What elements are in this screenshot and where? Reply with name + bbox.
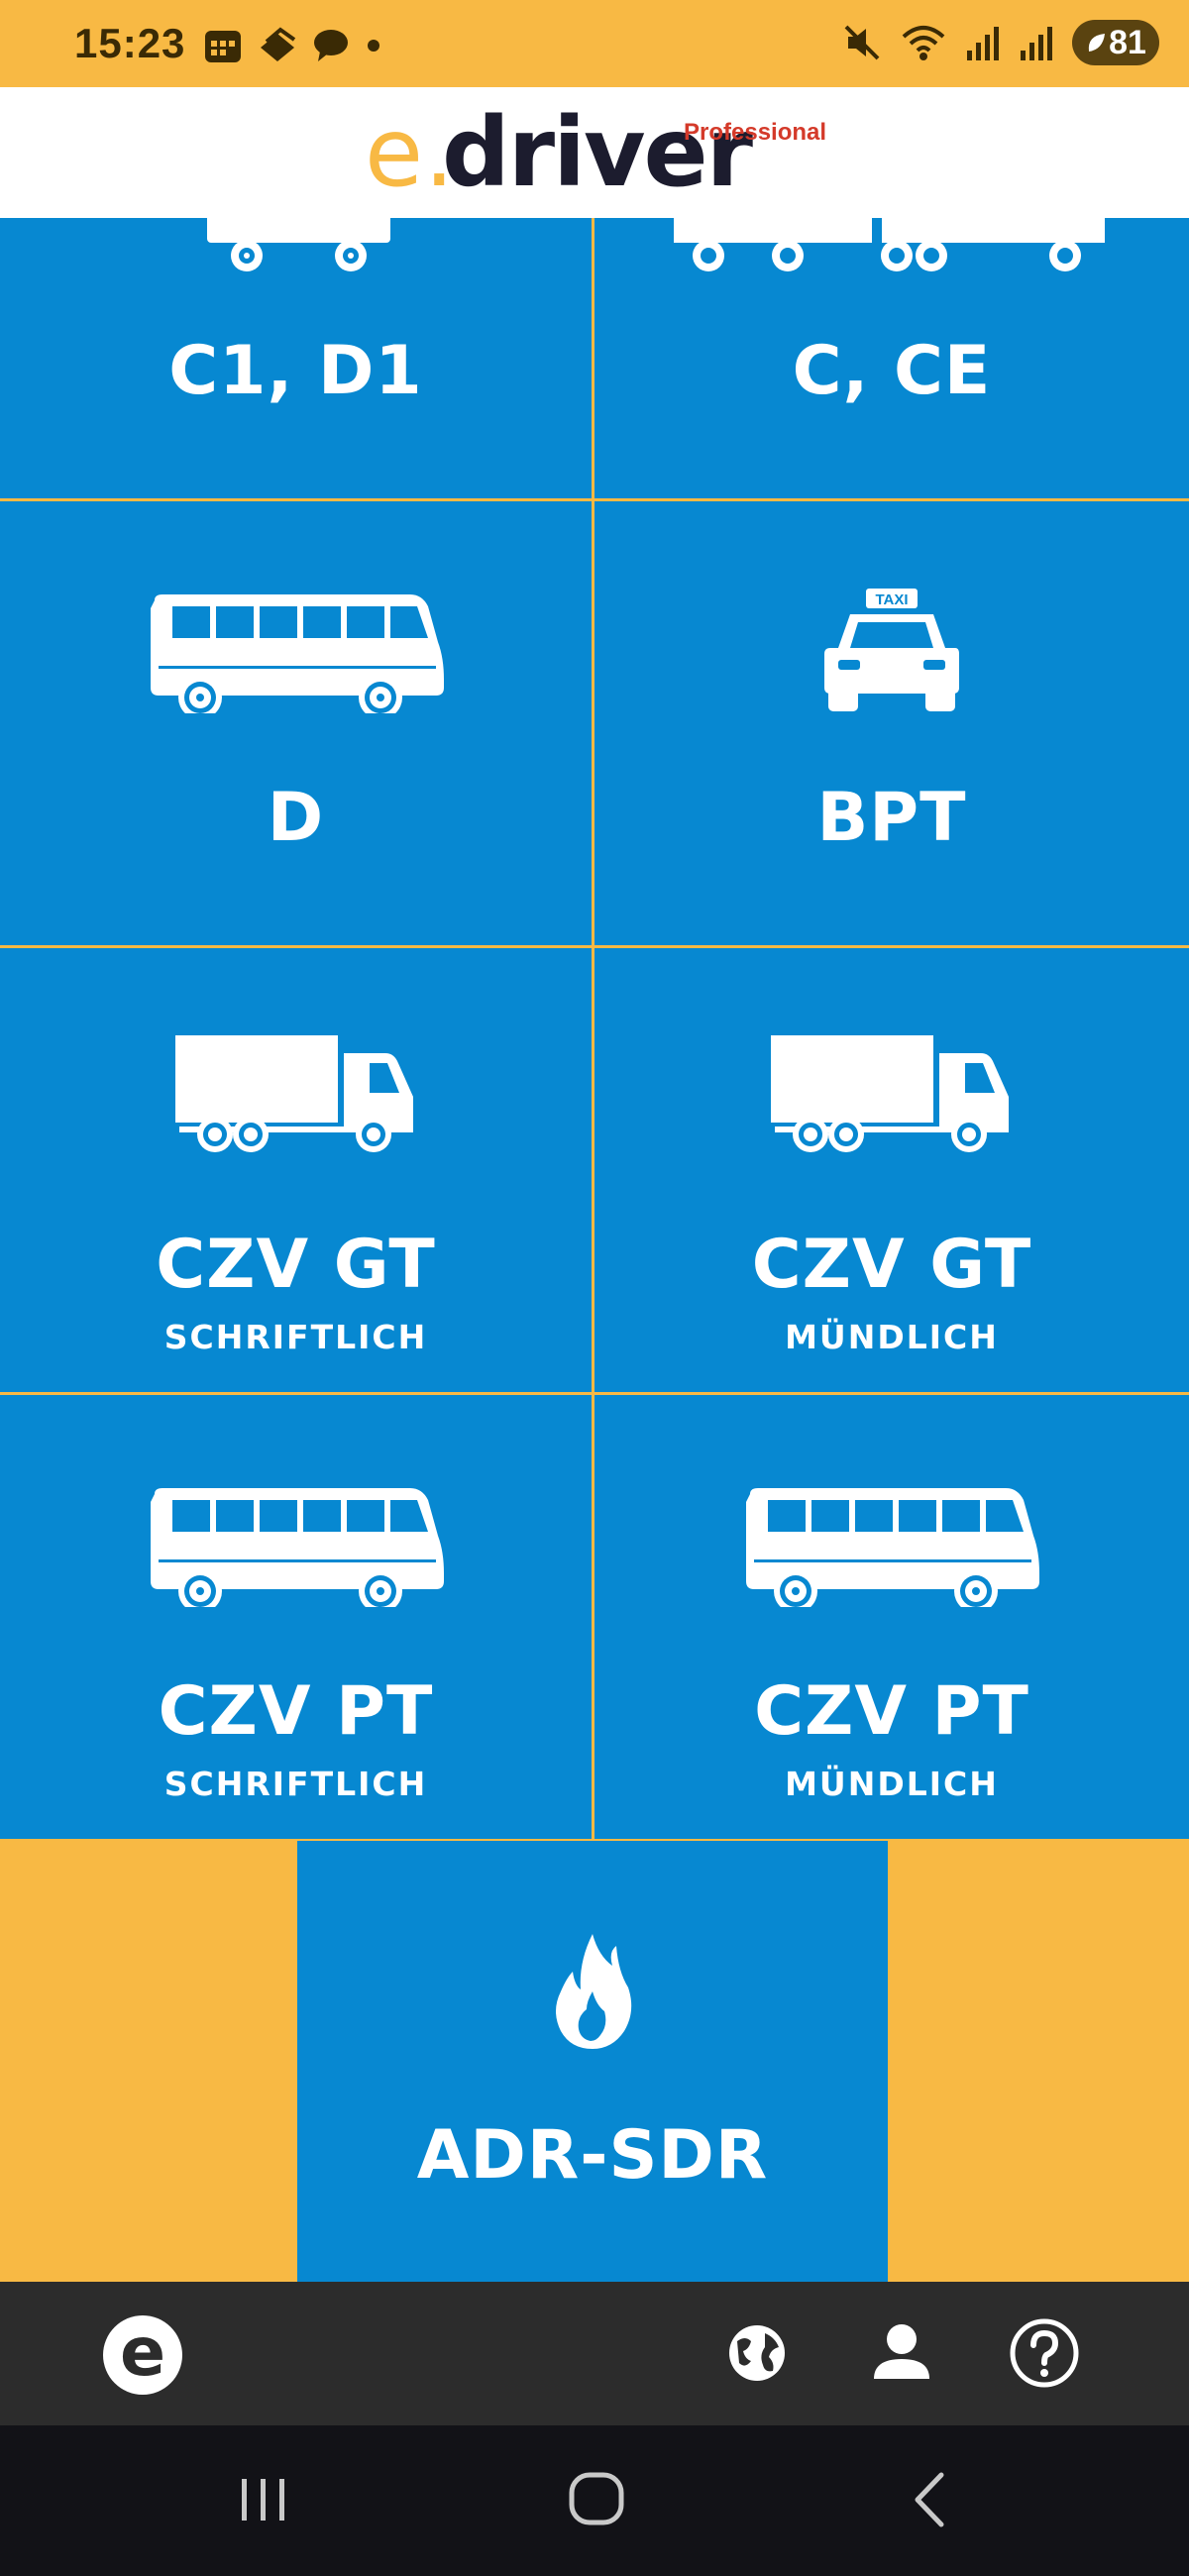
bus-icon <box>150 594 444 713</box>
small-truck-icon <box>206 218 390 271</box>
tile-title: C1, D1 <box>168 332 423 410</box>
battery-saver-icon <box>1088 34 1106 52</box>
layers-icon <box>261 27 296 61</box>
back-icon[interactable] <box>892 2465 971 2534</box>
tile-czv-gt-schriftlich[interactable]: CZV GT SCHRIFTLICH <box>0 948 592 1392</box>
tile-subtitle: SCHRIFTLICH <box>163 1765 428 1803</box>
signal-icon <box>967 27 999 60</box>
tile-title: CZV PT <box>158 1672 434 1751</box>
app-header: e . driver Professional <box>0 87 1189 218</box>
signal-icon <box>1021 27 1052 60</box>
globe-icon[interactable] <box>715 2311 799 2395</box>
taxi-sign-label: TAXI <box>875 591 908 608</box>
status-system-icons: 81 <box>842 20 1159 65</box>
tile-czv-pt-muendlich[interactable]: CZV PT MÜNDLICH <box>594 1395 1189 1839</box>
dot-icon <box>368 40 379 52</box>
battery-indicator: 81 <box>1072 20 1159 65</box>
system-navigation-bar <box>0 2425 1189 2576</box>
tile-czv-gt-muendlich[interactable]: CZV GT MÜNDLICH <box>594 948 1189 1392</box>
tile-adr-sdr[interactable]: ADR-SDR <box>297 1841 888 2282</box>
truck-trailer-icon <box>674 218 1105 271</box>
tile-subtitle: MÜNDLICH <box>785 1318 999 1356</box>
tile-title: C, CE <box>792 332 992 410</box>
tile-c-ce[interactable]: C, CE <box>594 218 1189 498</box>
truck-icon <box>771 1035 1009 1152</box>
tile-c1-d1[interactable]: C1, D1 <box>0 218 592 498</box>
home-icon[interactable] <box>557 2465 636 2534</box>
tile-subtitle: SCHRIFTLICH <box>163 1318 428 1356</box>
tile-title: CZV GT <box>156 1226 436 1304</box>
help-icon[interactable] <box>1003 2311 1086 2395</box>
tile-czv-pt-schriftlich[interactable]: CZV PT SCHRIFTLICH <box>0 1395 592 1839</box>
tile-title: CZV GT <box>751 1226 1032 1304</box>
user-icon[interactable] <box>860 2311 943 2395</box>
tile-title: D <box>267 779 325 857</box>
tile-title: CZV PT <box>754 1672 1029 1751</box>
bus-icon <box>150 1488 444 1607</box>
tile-subtitle: MÜNDLICH <box>785 1765 999 1803</box>
status-time: 15:23 <box>74 20 186 66</box>
home-logo-button[interactable]: e <box>103 2315 182 2395</box>
flame-icon <box>556 1934 632 2049</box>
truck-icon <box>174 1035 413 1152</box>
recent-apps-icon[interactable] <box>224 2465 303 2534</box>
chat-bubble-icon <box>314 30 348 61</box>
calendar-icon <box>205 31 241 62</box>
taxi-icon: TAXI <box>824 589 959 711</box>
battery-level: 81 <box>1109 23 1146 61</box>
app-logo: e . driver Professional <box>365 97 830 216</box>
bottom-app-bar: e <box>0 2282 1189 2425</box>
bus-icon <box>746 1488 1039 1607</box>
logo-e: e <box>365 97 424 208</box>
category-grid: C1, D1 C, CE D TAXI BPT CZV GT SCHRIFTLI… <box>0 218 1189 1841</box>
tile-title: ADR-SDR <box>416 2116 769 2195</box>
wifi-icon <box>902 26 945 60</box>
mute-icon <box>844 25 880 60</box>
status-bar: 15:23 81 <box>0 0 1189 87</box>
logo-professional: Professional <box>684 119 827 146</box>
status-notification-icons <box>203 26 383 65</box>
tile-title: BPT <box>816 779 967 857</box>
tile-bpt[interactable]: TAXI BPT <box>594 501 1189 945</box>
tile-d[interactable]: D <box>0 501 592 945</box>
